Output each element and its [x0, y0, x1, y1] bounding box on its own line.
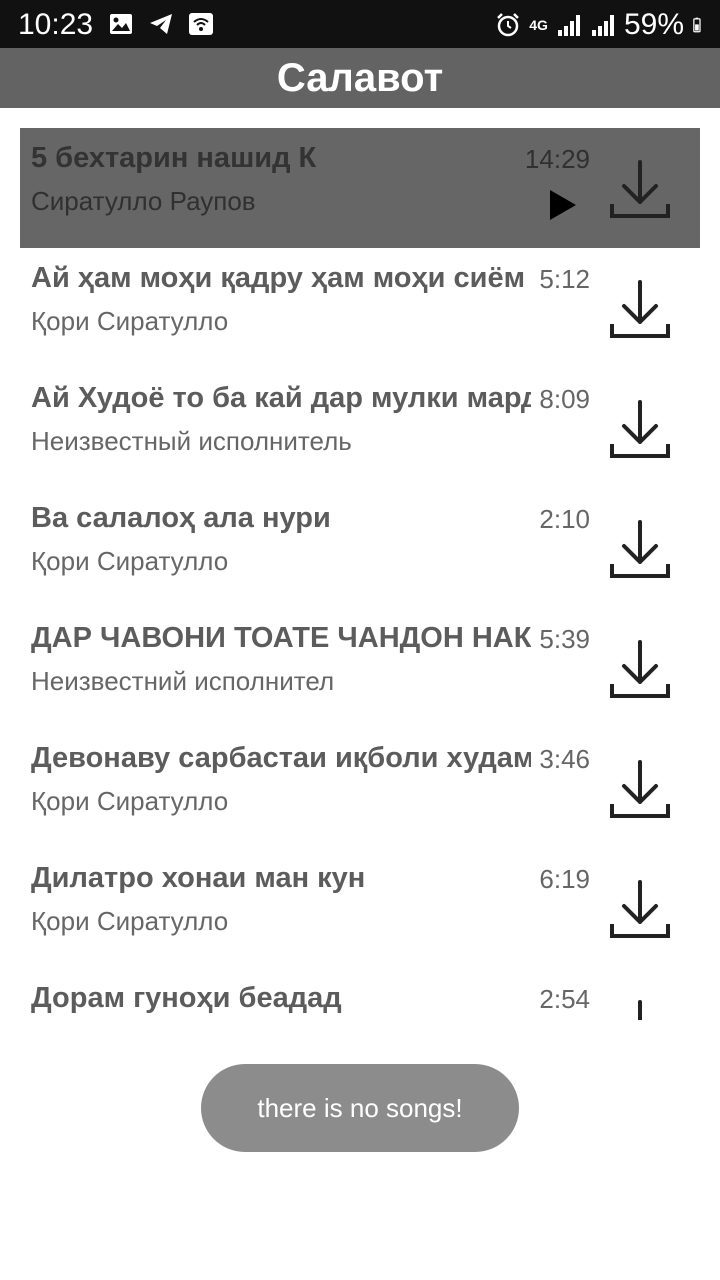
app-bar: Салавот: [0, 48, 720, 108]
telegram-icon: [150, 14, 172, 34]
song-title: Дорам гуноҳи беадад: [31, 982, 342, 1014]
song-title: Ва салалоҳ ала нури: [31, 502, 331, 534]
play-icon[interactable]: [548, 188, 578, 222]
song-list[interactable]: 5 бехтарин нашид К Сиратулло Раупов 14:29 А…: [20, 128, 700, 1020]
song-row[interactable]: Ай ҳам моҳи қадру ҳам моҳи сиём Қори Сира…: [20, 248, 700, 368]
song-duration: 5:12: [539, 264, 590, 294]
download-icon[interactable]: [608, 518, 672, 582]
song-duration: 14:29: [524, 144, 590, 174]
download-icon[interactable]: [608, 278, 672, 342]
song-duration: 2:54: [539, 984, 590, 1014]
song-title: Ай ҳам моҳи қадру ҳам моҳи сиём: [31, 262, 526, 294]
song-duration: 5:39: [539, 624, 590, 654]
song-duration: 6:19: [539, 864, 590, 894]
download-icon[interactable]: [608, 998, 672, 1020]
song-title: Ай Худоё то ба кай дар мулки мардум: [31, 382, 531, 414]
download-icon[interactable]: [608, 878, 672, 942]
image-icon: [110, 14, 132, 34]
song-title: Девонаву сарбастаи иқболи худам: [31, 742, 531, 774]
song-artist: Қори Сиратулло: [31, 306, 229, 336]
download-icon[interactable]: [608, 638, 672, 702]
signal-icon: [591, 15, 614, 36]
status-bar: 10:23 4G 59%: [0, 0, 720, 48]
song-title: ДАР ЧАВОНИ ТОАТЕ ЧАНДОН НАКАРДИ: [31, 622, 531, 654]
song-row[interactable]: 5 бехтарин нашид К Сиратулло Раупов 14:29: [20, 128, 700, 248]
signal-icon: [557, 15, 580, 36]
song-artist: Сиратулло Раупов: [31, 186, 256, 216]
status-time: 10:23: [18, 8, 94, 41]
download-icon[interactable]: [608, 158, 672, 222]
download-icon[interactable]: [608, 758, 672, 822]
song-artist: Қори Сиратулло: [31, 906, 229, 936]
song-title: 5 бехтарин нашид К: [31, 142, 317, 174]
alarm-icon: [497, 13, 520, 37]
song-row[interactable]: Девонаву сарбастаи иқболи худам Қори Сира…: [20, 728, 700, 848]
song-duration: 2:10: [539, 504, 590, 534]
page-title: Салавот: [276, 56, 444, 100]
battery-icon: [693, 17, 701, 33]
song-row[interactable]: Дорам гуноҳи беадад 2:54: [20, 968, 700, 1020]
notification-icons: [108, 11, 214, 37]
song-row[interactable]: Дилатро хонаи ман кун Қори Сиратулло 6:19: [20, 848, 700, 968]
song-row[interactable]: Ва салалоҳ ала нури Қори Сиратулло 2:10: [20, 488, 700, 608]
system-icons: 4G 59%: [495, 8, 708, 42]
song-row[interactable]: Ай Худоё то ба кай дар мулки мардум Неизв…: [20, 368, 700, 488]
download-icon[interactable]: [608, 398, 672, 462]
toast-message: there is no songs!: [201, 1064, 519, 1152]
wifi-hotspot-icon: [189, 13, 213, 35]
song-duration: 3:46: [539, 744, 590, 774]
song-artist: Неизвестний исполнител: [31, 666, 335, 696]
song-row[interactable]: ДАР ЧАВОНИ ТОАТЕ ЧАНДОН НАКАРДИ Неизвестн…: [20, 608, 700, 728]
song-duration: 8:09: [539, 384, 590, 414]
song-artist: Қори Сиратулло: [31, 546, 229, 576]
network-type-label: 4G: [529, 17, 548, 33]
song-title: Дилатро хонаи ман кун: [31, 862, 366, 894]
song-artist: Қори Сиратулло: [31, 786, 229, 816]
song-artist: Неизвестный исполнитель: [31, 426, 352, 456]
battery-percent: 59%: [623, 8, 684, 41]
